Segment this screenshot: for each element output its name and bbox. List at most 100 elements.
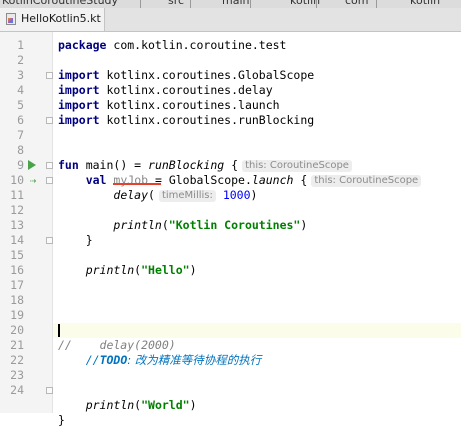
line-number: 5 bbox=[17, 98, 24, 112]
string-literal: "World" bbox=[141, 398, 190, 412]
import-path: kotlinx.coroutines.launch bbox=[99, 98, 280, 112]
line-number: 22 bbox=[10, 353, 24, 367]
code-text: ( bbox=[148, 188, 155, 202]
function-call: launch bbox=[251, 173, 294, 187]
keyword: import bbox=[58, 98, 100, 112]
function-call: delay bbox=[113, 188, 149, 202]
code-line-4: import kotlinx.coroutines.delay bbox=[58, 83, 273, 98]
breadcrumb-item-main[interactable]: main bbox=[222, 0, 249, 8]
line-number: 18 bbox=[10, 293, 24, 307]
keyword: val bbox=[85, 173, 107, 187]
line-number: 6 bbox=[17, 113, 24, 127]
function-call: println bbox=[113, 218, 162, 232]
string-literal: "Kotlin Coroutines" bbox=[168, 218, 301, 232]
fold-marker-icon[interactable] bbox=[46, 72, 53, 79]
code-line-9: fun main() = runBlocking {this: Coroutin… bbox=[58, 158, 352, 173]
comment-slashes: // bbox=[85, 353, 100, 367]
code-text: ) bbox=[189, 398, 197, 412]
code-line-3: import kotlinx.coroutines.GlobalScope bbox=[58, 68, 314, 83]
code-line-16: println("Hello") bbox=[58, 263, 197, 278]
number-literal: 1000 bbox=[222, 188, 251, 202]
line-number: 16 bbox=[10, 263, 24, 277]
line-number: 4 bbox=[17, 83, 24, 97]
todo-text: : 改为精准等待协程的执行 bbox=[127, 353, 262, 367]
inlay-hint: this: CoroutineScope bbox=[311, 175, 422, 187]
code-text: main() = bbox=[78, 158, 149, 172]
line-number: 20 bbox=[10, 323, 24, 337]
import-path: kotlinx.coroutines.GlobalScope bbox=[99, 68, 315, 82]
line-number: 11 bbox=[10, 188, 24, 202]
keyword: import bbox=[58, 68, 100, 82]
breadcrumb-separator bbox=[250, 0, 251, 8]
package-name: com.kotlin.coroutine.test bbox=[106, 38, 287, 52]
breadcrumb-separator bbox=[376, 0, 377, 8]
code-text: { bbox=[293, 173, 308, 187]
fold-marker-icon[interactable] bbox=[46, 177, 53, 184]
code-text: { bbox=[224, 158, 239, 172]
breadcrumb-separator bbox=[190, 0, 191, 8]
run-gutter-icon[interactable] bbox=[28, 160, 36, 170]
fold-marker-icon[interactable] bbox=[46, 387, 53, 394]
function-call: println bbox=[85, 263, 135, 277]
line-number: 8 bbox=[17, 143, 24, 157]
tab-label: HelloKotlin5.kt bbox=[21, 12, 101, 25]
breadcrumb-item-src[interactable]: src bbox=[168, 0, 184, 8]
line-number: 2 bbox=[17, 53, 24, 67]
keyword: fun bbox=[58, 158, 79, 172]
line-number: 10 bbox=[10, 173, 24, 187]
keyword: import bbox=[58, 113, 100, 127]
code-text: ) bbox=[250, 188, 258, 202]
inlay-hint: this: CoroutineScope bbox=[242, 160, 352, 172]
parameter-hint: timeMillis: bbox=[158, 190, 216, 202]
code-line-19: // delay(2000) bbox=[58, 338, 176, 352]
line-number: 9 bbox=[17, 158, 24, 172]
code-text: = GlobalScope. bbox=[148, 173, 252, 187]
line-number-gutter: 1 2 3 4 5 6 7 8 9 10 11 12 13 14 15 16 1… bbox=[0, 32, 53, 413]
import-path: kotlinx.coroutines.delay bbox=[99, 83, 273, 97]
code-line-24: } bbox=[58, 413, 65, 427]
code-editor[interactable]: package com.kotlin.coroutine.test import… bbox=[53, 32, 461, 427]
fold-marker-icon[interactable] bbox=[46, 117, 53, 124]
fold-marker-icon[interactable] bbox=[46, 237, 53, 244]
code-text: ) bbox=[189, 263, 197, 277]
todo-keyword: TODO bbox=[99, 353, 128, 367]
text-caret bbox=[58, 324, 60, 337]
kotlin-file-icon bbox=[6, 13, 16, 25]
line-number: 21 bbox=[10, 338, 24, 352]
code-line-6: import kotlinx.coroutines.runBlocking bbox=[58, 113, 314, 128]
function-call: println bbox=[85, 398, 135, 412]
keyword: package bbox=[58, 38, 107, 52]
import-path: kotlinx.coroutines.runBlocking bbox=[99, 113, 315, 127]
string-literal: "Hello" bbox=[141, 263, 190, 277]
tab-hellokotlin5[interactable]: HelloKotlin5.kt bbox=[0, 8, 105, 31]
code-line-23: println("World") bbox=[58, 398, 197, 413]
breadcrumb-item-project[interactable]: KotlinCoroutineStudy bbox=[2, 0, 118, 8]
breadcrumb-item-kotlin-pkg[interactable]: kotlin bbox=[410, 0, 440, 8]
line-number: 19 bbox=[10, 308, 24, 322]
keyword: import bbox=[58, 83, 100, 97]
code-line-11: delay(timeMillis: 1000) bbox=[58, 188, 257, 203]
coroutine-launch-icon[interactable]: ⇢ bbox=[27, 175, 39, 187]
code-line-20: //TODO: 改为精准等待协程的执行 bbox=[58, 353, 262, 368]
line-number: 17 bbox=[10, 278, 24, 292]
line-number: 13 bbox=[10, 218, 24, 232]
line-number: 12 bbox=[10, 203, 24, 217]
code-line-10: val myJob = GlobalScope.launch {this: Co… bbox=[58, 173, 422, 188]
editor-tab-bar: HelloKotlin5.kt bbox=[0, 8, 461, 32]
line-number: 23 bbox=[10, 368, 24, 382]
code-text: ( bbox=[161, 218, 169, 232]
code-line-13: println("Kotlin Coroutines") bbox=[58, 218, 307, 233]
line-number: 15 bbox=[10, 248, 24, 262]
breadcrumb-separator bbox=[316, 0, 317, 8]
fold-marker-icon[interactable] bbox=[46, 162, 53, 169]
line-number: 14 bbox=[10, 233, 24, 247]
breadcrumb-item-com[interactable]: com bbox=[345, 0, 369, 8]
warning-underline bbox=[113, 183, 161, 185]
